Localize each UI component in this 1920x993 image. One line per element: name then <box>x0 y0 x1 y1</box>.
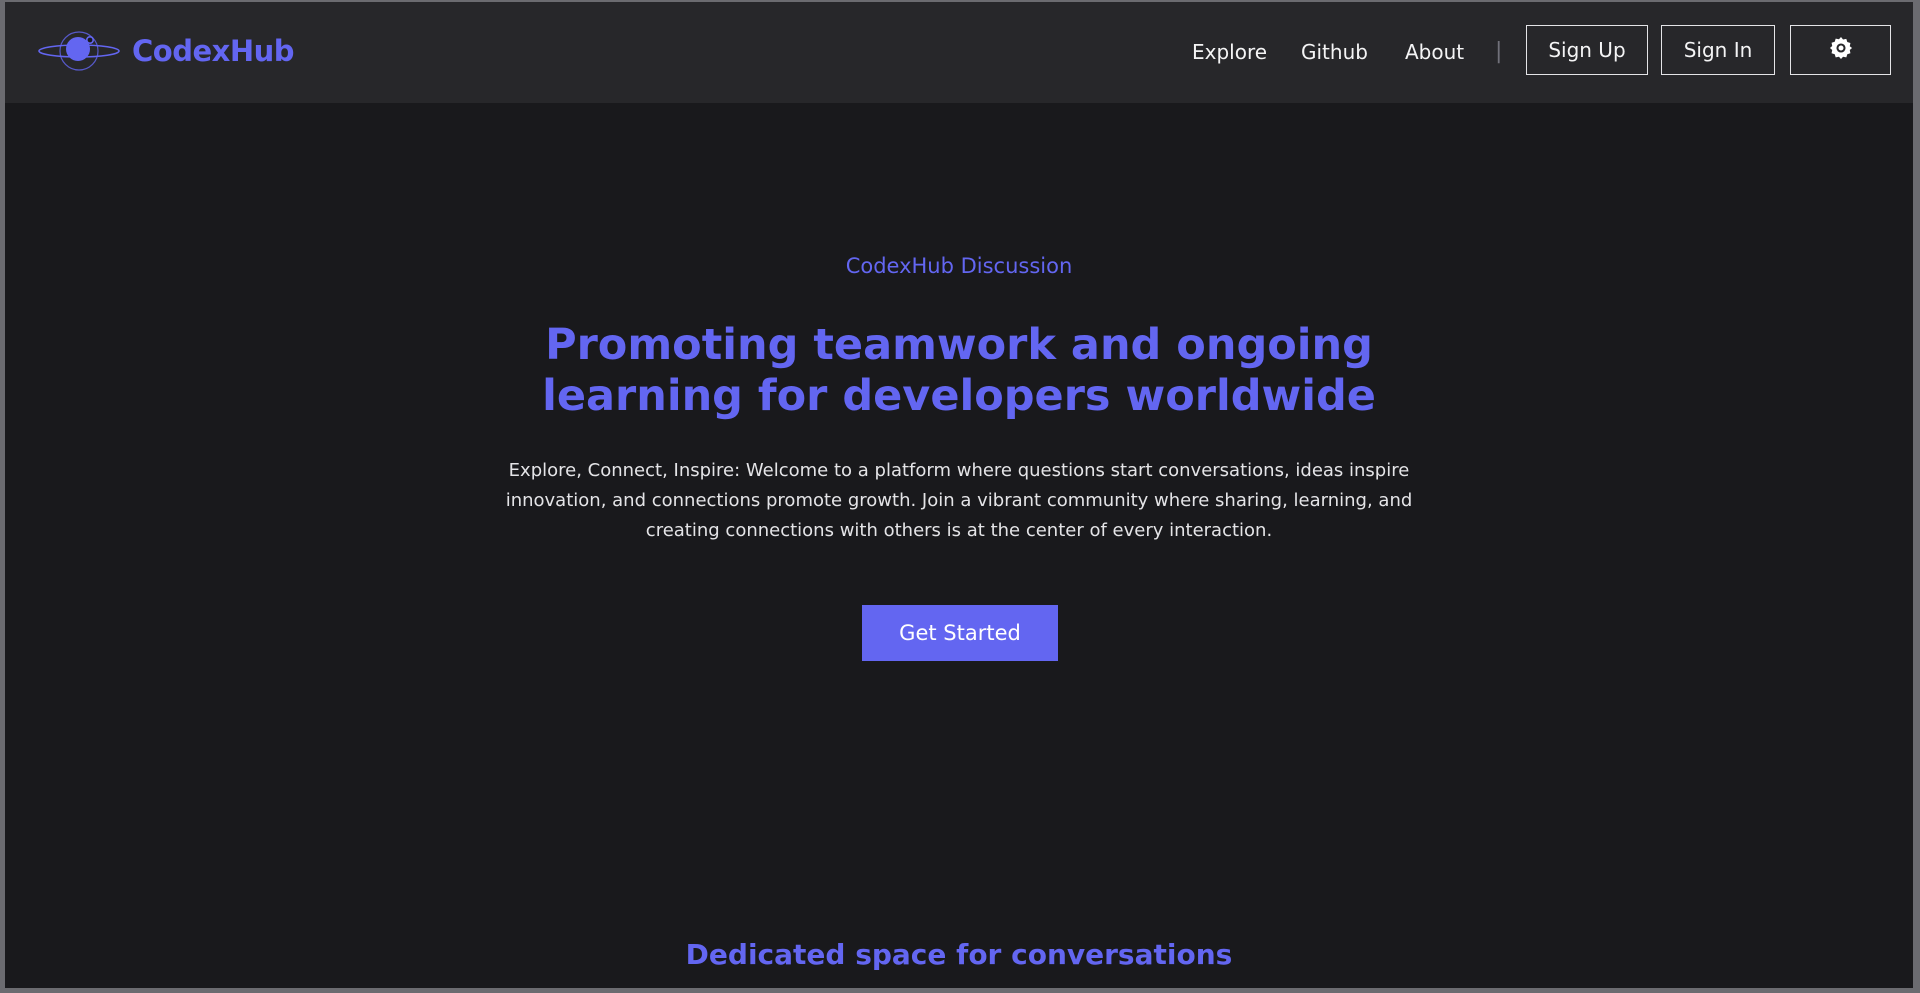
get-started-button[interactable]: Get Started <box>862 605 1058 661</box>
gear-icon <box>1828 35 1854 66</box>
section-title: Dedicated space for conversations <box>685 938 1233 971</box>
hero-eyebrow: CodexHub Discussion <box>845 254 1073 278</box>
nav-link-github[interactable]: Github <box>1301 28 1368 76</box>
nav-link-about[interactable]: About <box>1405 28 1464 76</box>
nav-divider: | <box>1495 39 1503 64</box>
navbar: CodexHub Explore Github About | Sign Up … <box>5 2 1913 103</box>
hero-title-line1: Promoting teamwork and ongoing <box>545 320 1373 370</box>
hero-title-line2: learning for developers worldwide <box>542 371 1376 421</box>
hero-title: Promoting teamwork and ongoing learning … <box>459 320 1459 422</box>
sign-up-button[interactable]: Sign Up <box>1526 25 1648 75</box>
nav-link-explore[interactable]: Explore <box>1192 28 1267 76</box>
sign-in-button[interactable]: Sign In <box>1661 25 1775 75</box>
app-window: CodexHub Explore Github About | Sign Up … <box>5 2 1913 988</box>
hero-description: Explore, Connect, Inspire: Welcome to a … <box>505 460 1413 541</box>
theme-toggle-button[interactable] <box>1790 25 1891 75</box>
